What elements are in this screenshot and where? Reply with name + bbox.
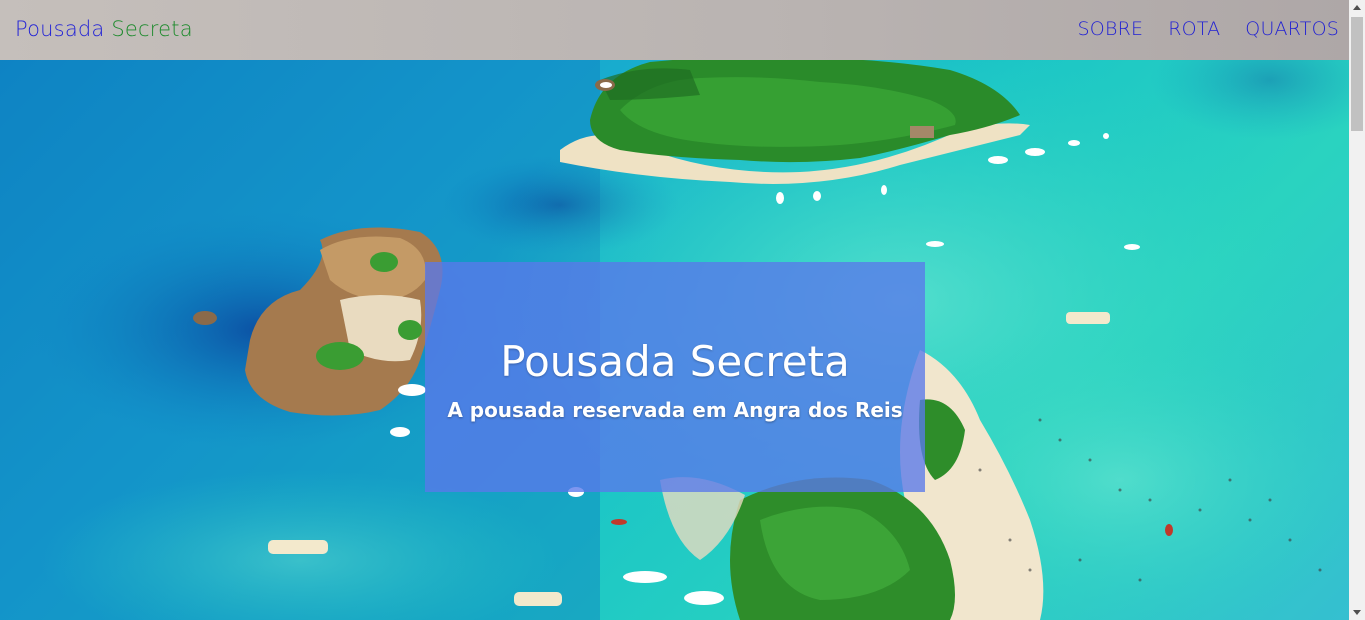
hero-subtitle: A pousada reservada em Angra dos Reis — [447, 398, 903, 422]
hero-caption-card: Pousada Secreta A pousada reservada em A… — [425, 262, 925, 492]
nav-link-rota[interactable]: ROTA — [1168, 15, 1220, 43]
scroll-down-arrow-icon[interactable] — [1353, 610, 1361, 615]
brand-name-part2: Secreta — [111, 17, 193, 41]
hero-title: Pousada Secreta — [500, 337, 850, 386]
nav-link-sobre[interactable]: SOBRE — [1078, 15, 1144, 43]
nav-link-quartos[interactable]: QUARTOS — [1245, 15, 1339, 43]
brand-name-part1: Pousada — [15, 17, 105, 41]
nav-menu: SOBRE ROTA QUARTOS — [1078, 15, 1339, 43]
brand-logo-link[interactable]: Pousada Secreta — [15, 15, 193, 43]
scrollbar-thumb[interactable] — [1351, 17, 1363, 131]
page: Pousada Secreta SOBRE ROTA QUARTOS Pousa… — [0, 0, 1365, 620]
scroll-up-arrow-icon[interactable] — [1353, 5, 1361, 10]
top-navbar: Pousada Secreta SOBRE ROTA QUARTOS — [0, 0, 1349, 60]
vertical-scrollbar[interactable] — [1349, 0, 1365, 620]
